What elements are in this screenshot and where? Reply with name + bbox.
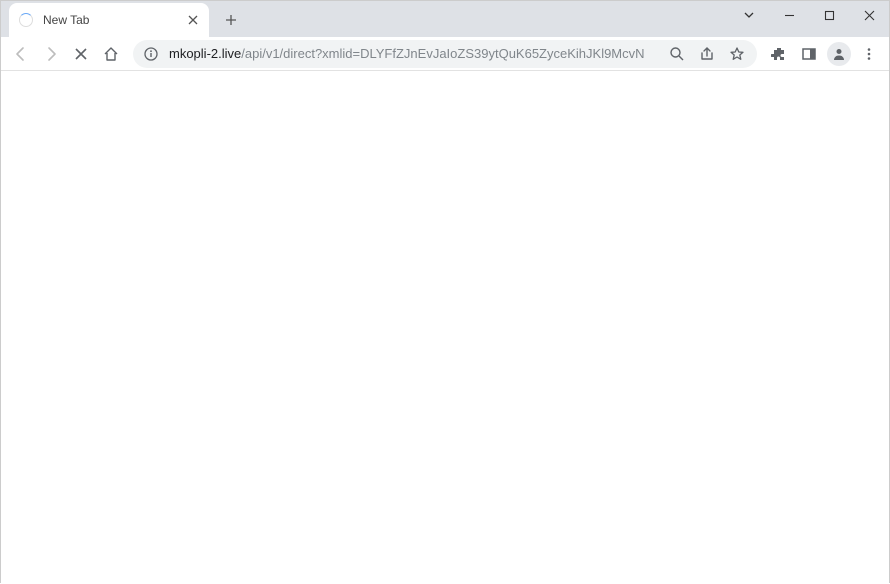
window-minimize-button[interactable] bbox=[769, 1, 809, 29]
back-button[interactable] bbox=[7, 40, 35, 68]
profile-avatar[interactable] bbox=[827, 42, 851, 66]
new-tab-button[interactable] bbox=[217, 6, 245, 34]
url-path: /api/v1/direct?xmlid=DLYFfZJnEvJaIoZS39y… bbox=[241, 46, 644, 61]
page-content bbox=[1, 71, 889, 584]
stop-reload-button[interactable] bbox=[67, 40, 95, 68]
tab-title: New Tab bbox=[43, 13, 185, 27]
tab-close-button[interactable] bbox=[185, 12, 201, 28]
bookmark-star-icon[interactable] bbox=[727, 40, 747, 68]
window-controls bbox=[729, 1, 889, 29]
tab-bar: New Tab bbox=[1, 1, 889, 37]
extensions-icon[interactable] bbox=[765, 40, 793, 68]
side-panel-icon[interactable] bbox=[795, 40, 823, 68]
share-icon[interactable] bbox=[697, 40, 717, 68]
menu-icon[interactable] bbox=[855, 40, 883, 68]
window-maximize-button[interactable] bbox=[809, 1, 849, 29]
forward-button[interactable] bbox=[37, 40, 65, 68]
tab-search-button[interactable] bbox=[729, 1, 769, 29]
toolbar: mkopli-2.live/api/v1/direct?xmlid=DLYFfZ… bbox=[1, 37, 889, 71]
home-button[interactable] bbox=[97, 40, 125, 68]
site-info-icon[interactable] bbox=[143, 46, 159, 62]
toolbar-right bbox=[765, 40, 883, 68]
url-text: mkopli-2.live/api/v1/direct?xmlid=DLYFfZ… bbox=[169, 46, 657, 61]
url-host: mkopli-2.live bbox=[169, 46, 241, 61]
address-bar[interactable]: mkopli-2.live/api/v1/direct?xmlid=DLYFfZ… bbox=[133, 40, 757, 68]
window-close-button[interactable] bbox=[849, 1, 889, 29]
browser-tab[interactable]: New Tab bbox=[9, 3, 209, 37]
zoom-icon[interactable] bbox=[667, 40, 687, 68]
tab-strip: New Tab bbox=[1, 1, 245, 37]
loading-spinner-icon bbox=[19, 13, 33, 27]
